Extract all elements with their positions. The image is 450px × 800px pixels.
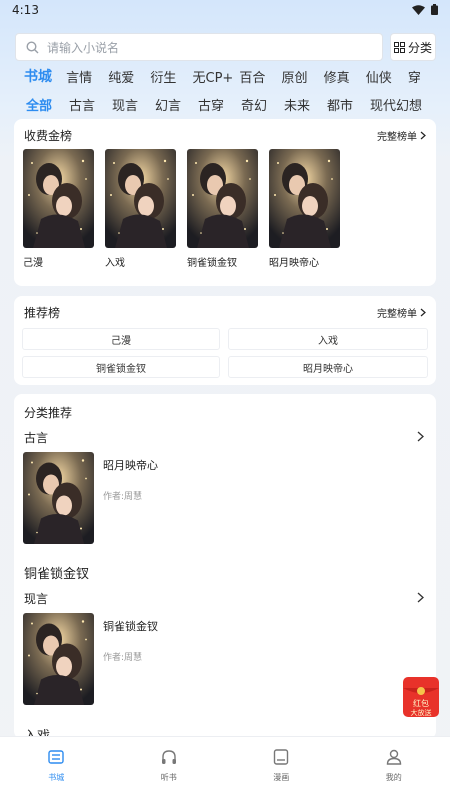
book-cover bbox=[23, 149, 94, 248]
book-item[interactable]: 入戏 bbox=[105, 149, 176, 269]
book-title: 铜雀锁金钗 bbox=[187, 258, 237, 269]
comic-icon bbox=[274, 749, 289, 765]
search-icon bbox=[26, 40, 39, 53]
wifi-icon bbox=[412, 4, 425, 15]
gold-list-more-button[interactable]: 完整榜单 bbox=[377, 128, 426, 143]
subtab-future[interactable]: 未来 bbox=[284, 95, 327, 114]
profile-icon bbox=[386, 749, 401, 765]
promo-label-line1: 红包 bbox=[413, 698, 429, 708]
category-recommend-card: 分类推荐 古言 昭月映帝心 作者:周慧 铜雀锁金钗 现言 铜雀锁金钗 作者:周慧… bbox=[14, 394, 436, 739]
book-item[interactable]: 铜雀锁金钗 bbox=[187, 149, 258, 269]
tab-no-cp[interactable]: 无CP+ bbox=[193, 67, 240, 86]
book-title: 昭月映帝心 bbox=[103, 459, 158, 472]
nav-label: 我的 bbox=[385, 773, 402, 782]
book-cover bbox=[105, 149, 176, 248]
genre-label[interactable]: 古言 bbox=[24, 429, 48, 446]
chevron-right-icon[interactable] bbox=[417, 592, 424, 603]
recommend-grid: 己漫 入戏 铜雀锁金钗 昭月映帝心 bbox=[22, 328, 428, 378]
bookstore-icon bbox=[48, 750, 64, 764]
genre-label[interactable]: 现言 bbox=[24, 590, 48, 607]
subtab-guchuan[interactable]: 古穿 bbox=[198, 95, 241, 114]
nav-label: 听书 bbox=[160, 773, 177, 782]
book-cover bbox=[269, 149, 340, 248]
status-time: 4:13 bbox=[12, 3, 39, 17]
nav-label: 书城 bbox=[48, 773, 65, 782]
nav-comic[interactable]: 漫画 bbox=[225, 737, 338, 800]
book-author: 作者:周慧 bbox=[103, 653, 143, 663]
tab-derivative[interactable]: 衍生 bbox=[150, 67, 192, 86]
promo-label-line2: 大放送 bbox=[411, 708, 432, 717]
tab-xianxia[interactable]: 仙侠 bbox=[366, 67, 408, 86]
book-cover bbox=[23, 613, 94, 705]
subtab-guyan[interactable]: 古言 bbox=[69, 95, 112, 114]
recommend-item[interactable]: 昭月映帝心 bbox=[228, 356, 428, 378]
book-cover bbox=[23, 452, 94, 544]
search-placeholder: 请输入小说名 bbox=[47, 40, 120, 55]
status-icons bbox=[412, 4, 438, 15]
battery-icon bbox=[431, 4, 438, 15]
recommend-item[interactable]: 入戏 bbox=[228, 328, 428, 350]
bottom-nav: 书城 听书 漫画 我的 bbox=[0, 736, 450, 800]
recommend-item[interactable]: 铜雀锁金钗 bbox=[22, 356, 220, 378]
gold-list-header: 收费金榜 完整榜单 bbox=[14, 119, 436, 149]
gold-list-title: 收费金榜 bbox=[24, 129, 73, 143]
subtab-all[interactable]: 全部 bbox=[26, 95, 69, 114]
recommend-list-more-button[interactable]: 完整榜单 bbox=[377, 305, 426, 320]
book-item[interactable]: 昭月映帝心 bbox=[269, 149, 340, 269]
nav-audiobook[interactable]: 听书 bbox=[113, 737, 226, 800]
red-packet-promo-button[interactable]: 红包 大放送 bbox=[402, 676, 440, 718]
book-title: 己漫 bbox=[23, 258, 43, 269]
tab-bookstore[interactable]: 书城 bbox=[24, 66, 66, 86]
book-info: 铜雀锁金钗 作者:周慧 bbox=[103, 613, 158, 705]
section-heading: 铜雀锁金钗 bbox=[24, 567, 90, 582]
gold-list-books: 己漫 入戏 铜雀锁金钗 昭月映帝心 bbox=[23, 149, 351, 269]
recommend-item[interactable]: 己漫 bbox=[22, 328, 220, 350]
tab-xiuzhen[interactable]: 修真 bbox=[324, 67, 366, 86]
gold-list-card: 收费金榜 完整榜单 己漫 入戏 铜雀锁金钗 昭月映帝心 bbox=[14, 119, 436, 286]
book-title: 入戏 bbox=[105, 258, 125, 269]
tab-pure-love[interactable]: 纯爱 bbox=[108, 67, 150, 86]
red-packet-icon: 红包 大放送 bbox=[403, 677, 439, 717]
chevron-right-icon[interactable] bbox=[417, 431, 424, 442]
book-cover bbox=[187, 149, 258, 248]
search-input[interactable]: 请输入小说名 bbox=[15, 33, 383, 61]
book-item[interactable]: 己漫 bbox=[23, 149, 94, 269]
subtab-modern-fantasy[interactable]: 现代幻想 bbox=[370, 95, 422, 114]
recommend-list-more-label: 完整榜单 bbox=[377, 309, 417, 320]
recommend-list-title: 推荐榜 bbox=[24, 306, 61, 320]
subtab-huanyan[interactable]: 幻言 bbox=[155, 95, 198, 114]
subtab-qihuan[interactable]: 奇幻 bbox=[241, 95, 284, 114]
chevron-right-icon bbox=[420, 131, 426, 140]
nav-bookstore[interactable]: 书城 bbox=[0, 737, 113, 800]
tab-romance[interactable]: 言情 bbox=[66, 67, 108, 86]
book-title: 昭月映帝心 bbox=[269, 258, 319, 269]
search-row: 请输入小说名 分类 bbox=[15, 33, 436, 61]
recommend-list-card: 推荐榜 完整榜单 己漫 入戏 铜雀锁金钗 昭月映帝心 bbox=[14, 296, 436, 385]
chevron-right-icon bbox=[420, 308, 426, 317]
category-recommend-title: 分类推荐 bbox=[24, 406, 73, 420]
book-author: 作者:周慧 bbox=[103, 492, 143, 502]
nav-label: 漫画 bbox=[273, 773, 290, 782]
tab-original[interactable]: 原创 bbox=[282, 67, 324, 86]
category-book-item[interactable]: 铜雀锁金钗 作者:周慧 bbox=[23, 613, 158, 705]
nav-profile[interactable]: 我的 bbox=[338, 737, 450, 800]
category-button-label: 分类 bbox=[407, 40, 432, 55]
status-bar: 4:13 bbox=[0, 0, 450, 22]
recommend-list-header: 推荐榜 完整榜单 bbox=[14, 296, 436, 326]
book-title: 铜雀锁金钗 bbox=[103, 620, 158, 633]
primary-tabs: 书城 言情 纯爱 衍生 无CP+ 百合 原创 修真 仙侠 穿 bbox=[0, 66, 450, 86]
book-info: 昭月映帝心 作者:周慧 bbox=[103, 452, 158, 544]
subtab-urban[interactable]: 都市 bbox=[327, 95, 370, 114]
tab-chuan[interactable]: 穿 bbox=[408, 67, 450, 86]
gold-list-more-label: 完整榜单 bbox=[377, 132, 417, 143]
category-book-item[interactable]: 昭月映帝心 作者:周慧 bbox=[23, 452, 158, 544]
headphones-icon bbox=[161, 750, 176, 764]
secondary-tabs: 全部 古言 现言 幻言 古穿 奇幻 未来 都市 现代幻想 bbox=[0, 94, 450, 114]
category-button[interactable]: 分类 bbox=[390, 33, 436, 61]
tab-baihe[interactable]: 百合 bbox=[239, 67, 281, 86]
subtab-xianyan[interactable]: 现言 bbox=[112, 95, 155, 114]
grid-icon bbox=[393, 41, 405, 53]
